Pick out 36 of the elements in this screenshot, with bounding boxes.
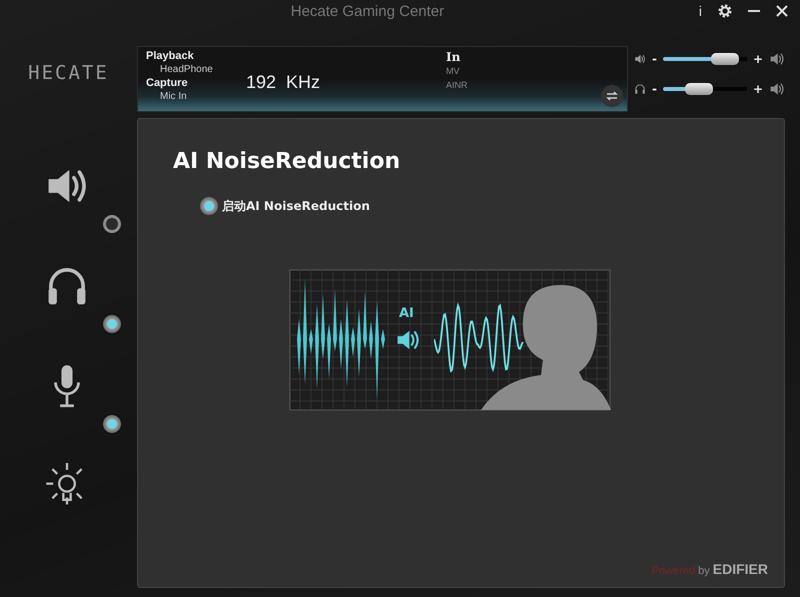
- minimize-icon: [748, 10, 760, 12]
- slider-thumb[interactable]: [685, 83, 714, 95]
- speaker-icon: [769, 51, 786, 67]
- radio-button[interactable]: [200, 197, 218, 215]
- headphone-icon: [634, 83, 646, 95]
- status-value: Mic In: [159, 90, 188, 104]
- swap-arrows-icon: [606, 91, 618, 101]
- sample-rate: 192 KHz: [246, 71, 322, 94]
- brand-logo: EDIFIER: [712, 561, 768, 577]
- speaker-icon: [634, 53, 646, 65]
- status-dot[interactable]: [103, 315, 121, 333]
- ai-label: AI: [399, 306, 414, 321]
- plus-label: +: [752, 52, 764, 66]
- info-button[interactable]: i: [694, 2, 706, 20]
- logo-text: HECATE: [27, 61, 110, 86]
- powered-label: Powered: [652, 565, 696, 577]
- status-value: HeadPhone: [159, 63, 214, 77]
- swap-button[interactable]: [601, 85, 623, 107]
- status-value: AINR: [446, 79, 468, 92]
- page-title: AI NoiseReduction: [173, 149, 402, 174]
- by-label: by: [698, 565, 710, 577]
- minus-label: -: [652, 82, 657, 96]
- window-title: Hecate Gaming Center: [290, 2, 446, 20]
- status-dot[interactable]: [103, 215, 121, 233]
- status-heading: Playback: [146, 50, 195, 63]
- close-icon: [776, 5, 788, 17]
- speaker-icon: [769, 81, 786, 97]
- minus-label: -: [652, 52, 657, 66]
- status-value: MV: [446, 65, 460, 78]
- option-label: 启动AI NoiseReduction: [222, 198, 370, 214]
- gear-icon: [718, 4, 732, 18]
- status-heading: In: [446, 50, 462, 64]
- status-dot[interactable]: [103, 415, 121, 433]
- status-heading: Capture: [146, 77, 189, 90]
- plus-label: +: [752, 82, 764, 96]
- slider-thumb[interactable]: [710, 53, 739, 65]
